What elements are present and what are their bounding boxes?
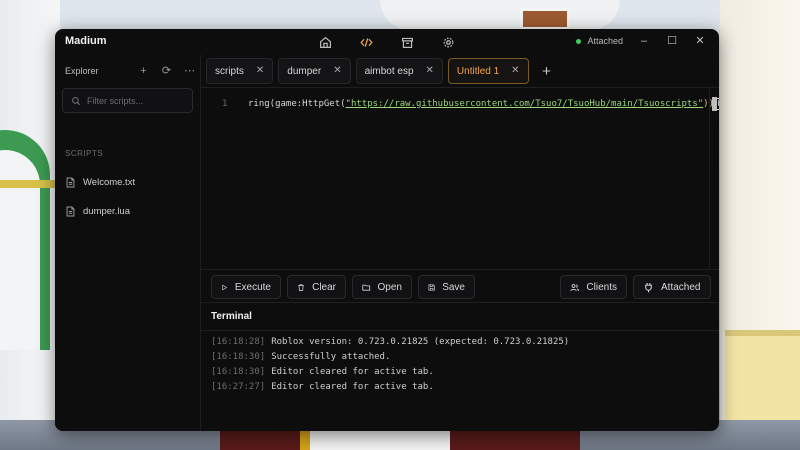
explorer-actions: + ⟳ ⋯ bbox=[138, 65, 195, 77]
tab-label: Untitled 1 bbox=[456, 65, 500, 77]
save-label: Save bbox=[442, 281, 465, 293]
terminal-output: [16:18:28] Roblox version: 0.723.0.21825 … bbox=[211, 335, 711, 395]
script-list: Welcome.txt dumper.lua bbox=[65, 168, 195, 226]
explorer-header: Explorer + ⟳ ⋯ bbox=[65, 63, 195, 79]
log-timestamp: [16:18:30] bbox=[211, 367, 266, 377]
clients-button[interactable]: Clients bbox=[560, 275, 627, 299]
more-icon[interactable]: ⋯ bbox=[184, 65, 195, 77]
terminal-line: [16:18:30] Successfully attached. bbox=[211, 350, 711, 365]
plug-icon bbox=[645, 282, 652, 292]
tab-label: scripts bbox=[215, 65, 244, 77]
code-url-string: "https://raw.githubusercontent.com/Tsuo7… bbox=[345, 99, 704, 109]
background-pillar bbox=[725, 330, 800, 420]
maximize-button[interactable]: ☐ bbox=[665, 35, 679, 47]
log-timestamp: [16:18:30] bbox=[211, 352, 266, 362]
store-icon[interactable] bbox=[399, 34, 416, 51]
status-text: Attached bbox=[587, 36, 623, 46]
background-roof bbox=[380, 0, 620, 30]
explorer-sidebar: Explorer + ⟳ ⋯ SCRIPTS Welcome.txt dumpe… bbox=[55, 55, 201, 431]
tab-untitled-1[interactable]: Untitled 1 ✕ bbox=[447, 58, 529, 84]
file-icon bbox=[66, 206, 75, 217]
new-tab-button[interactable]: + bbox=[540, 64, 554, 79]
line-number: 1 bbox=[222, 99, 228, 109]
open-label: Open bbox=[377, 281, 402, 293]
filter-scripts-input[interactable] bbox=[87, 95, 187, 106]
execute-button[interactable]: Execute bbox=[211, 275, 281, 299]
tab-close-icon[interactable]: ✕ bbox=[333, 66, 341, 76]
log-message: Roblox version: 0.723.0.21825 (expected:… bbox=[271, 337, 570, 347]
tab-close-icon[interactable]: ✕ bbox=[256, 66, 264, 76]
minimize-button[interactable]: – bbox=[637, 35, 651, 47]
tab-label: dumper bbox=[287, 65, 322, 77]
log-timestamp: [16:18:28] bbox=[211, 337, 266, 347]
clear-button[interactable]: Clear bbox=[287, 275, 346, 299]
terminal-title: Terminal bbox=[211, 311, 252, 322]
log-message: Successfully attached. bbox=[271, 352, 391, 362]
attached-label: Attached bbox=[661, 281, 701, 293]
tab-close-icon[interactable]: ✕ bbox=[426, 66, 434, 76]
terminal-header: Terminal bbox=[201, 303, 719, 331]
play-icon bbox=[222, 284, 228, 290]
executor-window: Madium Attached – ☐ ✕ Explorer + ⟳ ⋯ Fil… bbox=[55, 29, 719, 431]
attached-button[interactable]: Attached bbox=[633, 275, 711, 299]
tab-bar: scripts ✕ dumper ✕ aimbot esp ✕ Untitled… bbox=[201, 55, 719, 88]
tab-scripts[interactable]: scripts ✕ bbox=[206, 58, 274, 84]
tab-label: aimbot esp bbox=[364, 65, 414, 77]
file-icon bbox=[66, 177, 75, 188]
title-bar[interactable]: Madium Attached – ☐ ✕ bbox=[55, 29, 719, 55]
status-dot-icon bbox=[576, 38, 582, 44]
code-icon[interactable] bbox=[358, 34, 375, 51]
terminal-line: [16:18:30] Editor cleared for active tab. bbox=[211, 365, 711, 380]
clients-label: Clients bbox=[586, 281, 617, 293]
home-icon[interactable] bbox=[317, 34, 334, 51]
execute-label: Execute bbox=[234, 281, 271, 293]
add-script-icon[interactable]: + bbox=[138, 65, 149, 77]
editor-scrollbar[interactable] bbox=[709, 89, 719, 269]
script-item-dumper[interactable]: dumper.lua bbox=[65, 197, 195, 226]
action-toolbar: Execute Clear Open Save Clients Attached bbox=[201, 269, 719, 303]
close-button[interactable]: ✕ bbox=[693, 35, 707, 47]
users-icon bbox=[570, 283, 579, 291]
tab-dumper[interactable]: dumper ✕ bbox=[278, 58, 351, 84]
status-area: Attached – ☐ ✕ bbox=[576, 35, 707, 47]
background-window bbox=[520, 8, 570, 30]
background-trim bbox=[0, 180, 60, 188]
gear-icon[interactable] bbox=[440, 34, 457, 51]
folder-icon bbox=[362, 284, 371, 291]
open-button[interactable]: Open bbox=[352, 275, 412, 299]
script-item-label: dumper.lua bbox=[83, 206, 131, 217]
save-icon bbox=[428, 283, 435, 291]
scrollbar-thumb[interactable] bbox=[712, 97, 717, 111]
terminal-line: [16:18:28] Roblox version: 0.723.0.21825 … bbox=[211, 335, 711, 350]
log-message: Editor cleared for active tab. bbox=[271, 367, 434, 377]
save-button[interactable]: Save bbox=[418, 275, 475, 299]
filter-scripts-box bbox=[62, 88, 193, 113]
log-message: Editor cleared for active tab. bbox=[271, 382, 434, 392]
explorer-title: Explorer bbox=[65, 66, 99, 76]
script-item-welcome[interactable]: Welcome.txt bbox=[65, 168, 195, 197]
app-title: Madium bbox=[65, 35, 107, 47]
scripts-section-label: SCRIPTS bbox=[65, 149, 104, 158]
search-icon bbox=[72, 96, 81, 105]
refresh-icon[interactable]: ⟳ bbox=[161, 65, 172, 77]
code-prefix: ring(game:HttpGet( bbox=[248, 99, 346, 109]
clear-label: Clear bbox=[312, 281, 336, 293]
background-character bbox=[300, 430, 450, 450]
terminal-line: [16:27:27] Editor cleared for active tab. bbox=[211, 380, 711, 395]
tab-close-icon[interactable]: ✕ bbox=[511, 66, 519, 76]
log-timestamp: [16:27:27] bbox=[211, 382, 266, 392]
top-nav bbox=[317, 34, 457, 51]
trash-icon bbox=[298, 283, 304, 291]
code-editor[interactable]: 1 ring(game:HttpGet("https://raw.githubu… bbox=[201, 89, 719, 269]
code-line[interactable]: ring(game:HttpGet("https://raw.githubuse… bbox=[248, 98, 719, 110]
tab-aimbot-esp[interactable]: aimbot esp ✕ bbox=[355, 58, 443, 84]
script-item-label: Welcome.txt bbox=[83, 177, 136, 188]
